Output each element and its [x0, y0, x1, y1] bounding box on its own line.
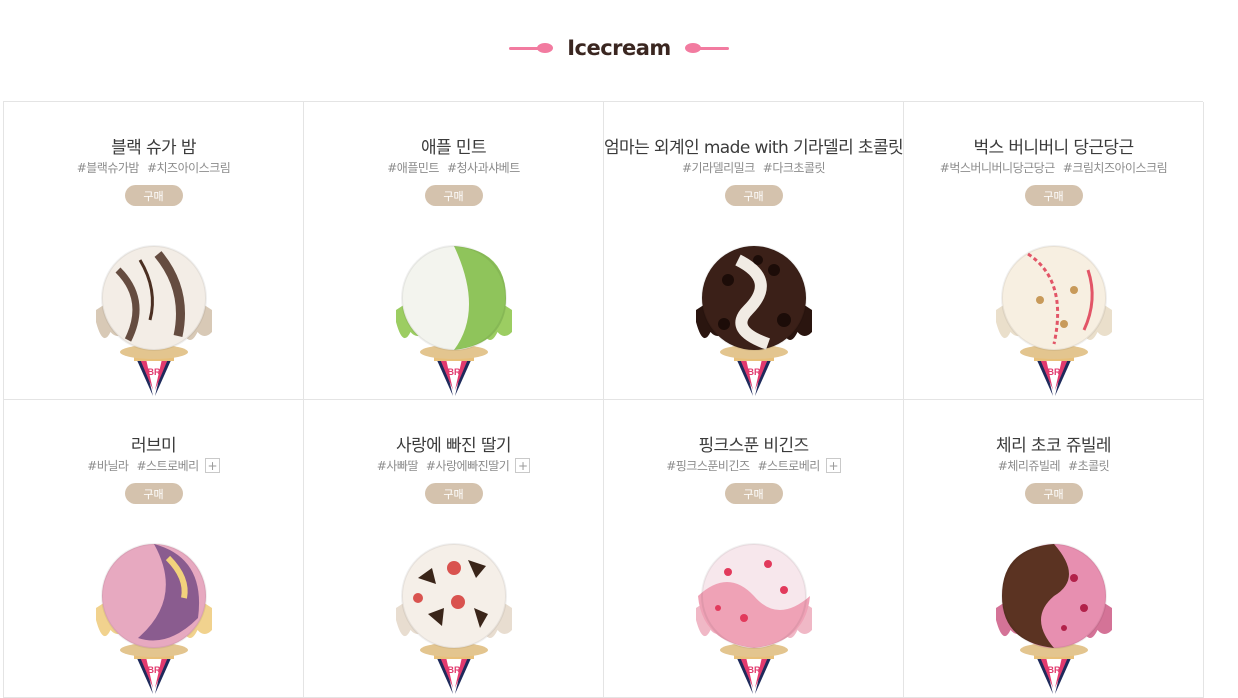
pink-spoon-begins-scoop-icon[interactable]: [688, 538, 820, 666]
product-card-5[interactable]: 러브미 #바닐라 #스트로베리 + 구매 BR: [4, 400, 304, 698]
product-card-6[interactable]: 사랑에 빠진 딸기 #사빠딸 #사랑에빠진딸기 + 구매 BR: [304, 400, 604, 698]
product-tag[interactable]: #벅스버니버니당근당근: [940, 159, 1055, 176]
product-name[interactable]: 핑크스푼 비긴즈: [604, 431, 903, 456]
br-logo-label: BR: [1047, 367, 1060, 377]
product-name[interactable]: 엄마는 외계인 made with 기라델리 초콜릿: [604, 133, 903, 158]
cherry-choco-jubilee-scoop-icon[interactable]: [988, 538, 1120, 666]
br-logo-label: BR: [747, 367, 760, 377]
product-tags: #사빠딸 #사랑에빠진딸기 +: [304, 457, 603, 474]
black-sugar-balm-scoop-icon[interactable]: [88, 240, 220, 368]
product-tag[interactable]: #스트로베리: [758, 457, 821, 474]
section-heading: Icecream: [0, 36, 1238, 60]
product-card-2[interactable]: 애플 민트 #애플민트 #청사과샤베트 구매 BR: [304, 102, 604, 400]
product-name[interactable]: 블랙 슈가 밤: [4, 133, 303, 158]
product-tags: #애플민트 #청사과샤베트: [304, 159, 603, 176]
br-logo-label: BR: [747, 665, 760, 675]
mom-is-alien-scoop-icon[interactable]: [688, 240, 820, 368]
section-title: Icecream: [567, 36, 671, 60]
plus-icon[interactable]: +: [515, 458, 531, 473]
buy-button[interactable]: 구매: [724, 185, 783, 206]
product-tag[interactable]: #애플민트: [387, 159, 439, 176]
product-tag[interactable]: #초콜릿: [1068, 457, 1110, 474]
product-name[interactable]: 벅스 버니버니 당근당근: [904, 133, 1203, 158]
br-logo-label: BR: [1047, 665, 1060, 675]
buy-button[interactable]: 구매: [724, 483, 783, 504]
product-tag[interactable]: #청사과샤베트: [447, 159, 520, 176]
product-tags: #바닐라 #스트로베리 +: [4, 457, 303, 474]
buy-button[interactable]: 구매: [1024, 185, 1083, 206]
product-card-4[interactable]: 벅스 버니버니 당근당근 #벅스버니버니당근당근 #크림치즈아이스크림 구매 BR: [904, 102, 1204, 400]
product-tag[interactable]: #바닐라: [87, 457, 129, 474]
plus-icon[interactable]: +: [825, 458, 841, 473]
product-tags: #기라델리밀크 #다크초콜릿: [604, 159, 903, 176]
product-tag[interactable]: #체리쥬빌레: [998, 457, 1061, 474]
product-tag[interactable]: #핑크스푼비긴즈: [666, 457, 750, 474]
product-tags: #벅스버니버니당근당근 #크림치즈아이스크림: [904, 159, 1203, 176]
product-card-8[interactable]: 체리 초코 쥬빌레 #체리쥬빌레 #초콜릿 구매 BR: [904, 400, 1204, 698]
strawberry-in-love-scoop-icon[interactable]: [388, 538, 520, 666]
product-name[interactable]: 러브미: [4, 431, 303, 456]
br-logo-label: BR: [147, 665, 160, 675]
product-tag[interactable]: #다크초콜릿: [763, 159, 826, 176]
buy-button[interactable]: 구매: [124, 185, 183, 206]
buy-button[interactable]: 구매: [424, 185, 483, 206]
br-logo-label: BR: [447, 367, 460, 377]
buy-button[interactable]: 구매: [1024, 483, 1083, 504]
product-tag[interactable]: #사빠딸: [377, 457, 419, 474]
apple-mint-scoop-icon[interactable]: [388, 240, 520, 368]
br-logo-label: BR: [447, 665, 460, 675]
product-tag[interactable]: #블랙슈가밤: [77, 159, 140, 176]
product-tag[interactable]: #크림치즈아이스크림: [1063, 159, 1168, 176]
buy-button[interactable]: 구매: [424, 483, 483, 504]
product-tag[interactable]: #스트로베리: [136, 457, 199, 474]
product-tags: #체리쥬빌레 #초콜릿: [904, 457, 1203, 474]
spoon-right-icon: [684, 42, 729, 54]
product-card-7[interactable]: 핑크스푼 비긴즈 #핑크스푼비긴즈 #스트로베리 + 구매 BR: [604, 400, 904, 698]
product-tag[interactable]: #기라델리밀크: [682, 159, 755, 176]
product-name[interactable]: 체리 초코 쥬빌레: [904, 431, 1203, 456]
product-name[interactable]: 사랑에 빠진 딸기: [304, 431, 603, 456]
br-logo-label: BR: [147, 367, 160, 377]
plus-icon[interactable]: +: [204, 458, 220, 473]
product-grid: 블랙 슈가 밤 #블랙슈가밤 #치즈아이스크림 구매 BR 애플 민트 #애플민트…: [3, 101, 1204, 698]
bugs-bunny-carrot-scoop-icon[interactable]: [988, 240, 1120, 368]
product-card-3[interactable]: 엄마는 외계인 made with 기라델리 초콜릿 #기라델리밀크 #다크초콜릿…: [604, 102, 904, 400]
product-name[interactable]: 애플 민트: [304, 133, 603, 158]
spoon-left-icon: [509, 42, 554, 54]
product-tag[interactable]: #치즈아이스크림: [147, 159, 231, 176]
buy-button[interactable]: 구매: [124, 483, 183, 504]
product-card-1[interactable]: 블랙 슈가 밤 #블랙슈가밤 #치즈아이스크림 구매 BR: [4, 102, 304, 400]
product-tag[interactable]: #사랑에빠진딸기: [426, 457, 510, 474]
product-tags: #블랙슈가밤 #치즈아이스크림: [4, 159, 303, 176]
love-me-scoop-icon[interactable]: [88, 538, 220, 666]
product-tags: #핑크스푼비긴즈 #스트로베리 +: [604, 457, 903, 474]
